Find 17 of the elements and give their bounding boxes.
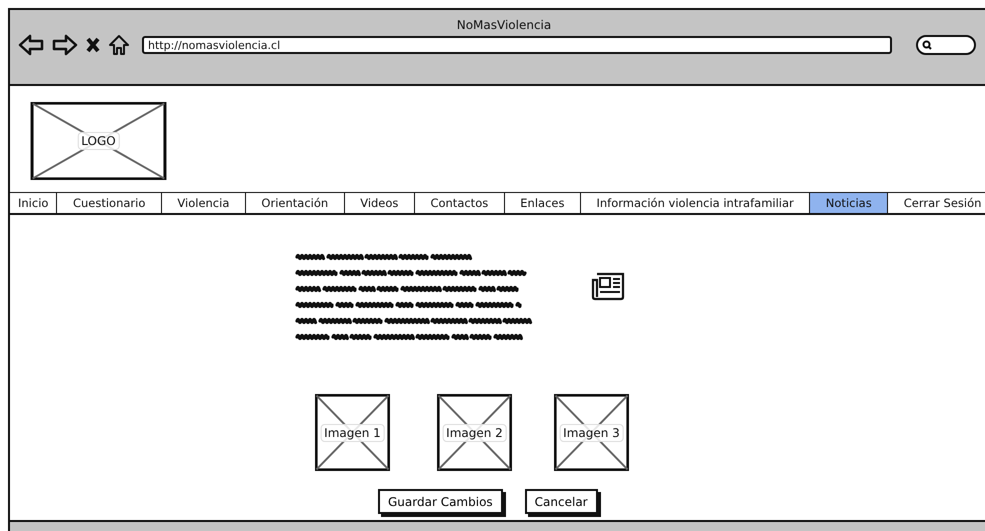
search-field[interactable]	[916, 35, 976, 55]
close-icon[interactable]	[86, 37, 100, 53]
search-icon	[922, 40, 932, 50]
nav-tab[interactable]: Noticias	[810, 193, 888, 213]
home-icon[interactable]	[108, 34, 130, 56]
forward-arrow-icon[interactable]	[52, 34, 78, 56]
back-arrow-icon[interactable]	[18, 34, 44, 56]
placeholder-label: LOGO	[77, 132, 120, 150]
newspaper-icon	[591, 271, 625, 301]
nav-tab[interactable]: Videos	[344, 193, 415, 213]
placeholder-label: Imagen 3	[559, 424, 624, 442]
address-field[interactable]: http://nomasviolencia.cl	[142, 36, 892, 54]
action-button[interactable]: Cancelar	[524, 489, 598, 514]
window-title: NoMasViolencia	[456, 18, 552, 32]
placeholder-label: Imagen 1	[320, 424, 385, 442]
action-button[interactable]: Guardar Cambios	[378, 489, 503, 514]
placeholder-label: Imagen 2	[442, 424, 507, 442]
